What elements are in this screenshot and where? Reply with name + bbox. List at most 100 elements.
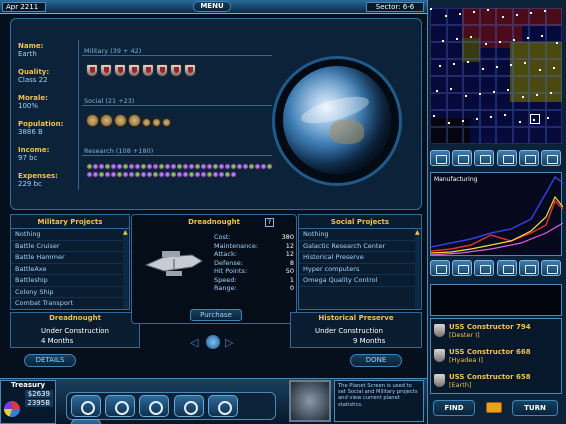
star-icon [439,65,441,67]
list-item[interactable]: USS Constructor 658 [Earth] [431,369,561,394]
military-status: Under Construction [41,327,109,335]
date-text: Apr 2211 [6,3,39,11]
list-item[interactable]: Colony Ship [11,287,129,298]
social-label: Social (21 +23) [84,97,135,105]
colonies-button[interactable] [139,395,170,417]
list-item[interactable]: Combat Transport [11,298,129,309]
center-dot-icon[interactable] [206,335,220,349]
field-morale: Morale: 100% [18,94,76,120]
map-grid-cell [512,59,529,76]
military-time: 4 Months [41,337,74,345]
map-grid-cell [496,110,513,127]
galaxy-minimap[interactable] [430,8,562,144]
map-planets-button[interactable] [496,150,517,166]
chart-finance-button[interactable] [496,260,517,276]
chart-planets-button[interactable] [430,260,450,276]
list-item[interactable]: Omega Quality Control [299,275,421,287]
fleet-location: [Hyadea I] [449,356,483,364]
social-projects-list[interactable]: Nothing Galactic Research Center Histori… [299,229,421,309]
map-grid-cell [545,127,562,144]
list-item[interactable]: Nothing [11,229,129,241]
toolbar-buttons [66,392,276,424]
research-button[interactable] [173,395,204,417]
star-icon [430,8,432,10]
list-item[interactable]: USS Constructor 794 [Dester I] [431,319,561,344]
stat-label: Speed: [214,275,237,284]
find-button[interactable]: FIND [433,400,475,416]
map-grid-cell [446,127,463,144]
star-icon [482,68,484,70]
star-icon [522,96,524,98]
details-button[interactable]: DETAILS [24,354,76,367]
purchase-label: Purchase [200,311,232,319]
scroll-up-icon[interactable]: ▲ [415,229,420,236]
map-grid-cell [496,42,513,59]
sector-text: Sector: 6-6 [375,3,415,11]
mail-icon[interactable] [486,402,502,413]
field-label: Population: [18,120,64,128]
military-selected: Dreadnought [49,314,101,322]
list-item[interactable]: Hyper computers [299,264,421,275]
list-item[interactable]: Battle Hammer [11,252,129,264]
list-item[interactable]: Battleship [11,275,129,287]
chart-people-button[interactable] [541,260,562,276]
list-item[interactable]: USS Constructor 668 [Hyadea I] [431,344,561,369]
next-arrow-icon[interactable]: ▷ [225,336,233,349]
turn-button[interactable]: TURN [512,400,558,416]
map-filter-button[interactable] [452,150,473,166]
prev-arrow-icon[interactable]: ◁ [190,336,198,349]
chart-research-button[interactable] [474,260,495,276]
map-toggle-button[interactable] [541,150,562,166]
military-bar [82,55,272,56]
pie-icon [4,401,20,417]
list-item[interactable]: Galactic Research Center [299,241,421,252]
map-grid-button[interactable] [518,150,539,166]
land-mass [330,120,364,144]
scrollbar[interactable]: ▲ [415,229,420,309]
star-icon [459,13,461,15]
list-item[interactable]: Battle Cruiser [11,241,129,252]
achievements-button[interactable] [71,419,101,424]
stat-value: 0 [289,284,294,292]
map-grid-cell [446,42,463,59]
menu-button[interactable]: MENU [193,1,231,12]
planets-button[interactable] [71,395,101,417]
relations-button[interactable] [207,395,238,417]
list-item[interactable]: Nothing [299,229,421,241]
map-ships-button[interactable] [474,150,495,166]
field-label: Morale: [18,94,48,102]
stat-row: Cost: 380 [214,233,294,242]
star-icon [507,89,509,91]
scrollbar[interactable]: ▲ [123,229,128,309]
map-grid-cell [496,93,513,110]
chart-military-button[interactable] [518,260,539,276]
star-icon [530,12,532,14]
date-display: Apr 2211 [2,2,46,12]
map-grid-cell [529,25,546,42]
ships-button[interactable] [105,395,136,417]
list-item[interactable]: BattleAxe [11,264,129,275]
map-grid-cell [430,25,447,42]
field-value: Earth [18,50,37,58]
purchase-button[interactable]: Purchase [190,309,242,321]
list-item[interactable]: Historical Preserve [299,252,421,264]
star-icon [470,36,472,38]
help-button[interactable]: ? [265,218,274,227]
stat-value: 1 [289,275,294,284]
stat-value: 8 [289,258,294,267]
map-grid-cell [430,59,447,76]
military-projects-list[interactable]: Nothing Battle Cruiser Battle Hammer Bat… [11,229,129,309]
research-point-icon [266,163,273,170]
fleet-list[interactable]: USS Constructor 794 [Dester I] USS Const… [430,318,562,394]
military-point-icon [114,64,126,77]
done-button[interactable]: DONE [350,354,402,367]
chart-ships-button[interactable] [452,260,473,276]
map-grid-cell [479,93,496,110]
fleet-location: [Earth] [449,381,472,389]
military-point-icon [100,64,112,77]
map-zoom-button[interactable] [430,150,450,166]
map-grid-cell [430,93,447,110]
divider [78,40,79,190]
star-icon [436,90,438,92]
scroll-up-icon[interactable]: ▲ [123,229,128,236]
